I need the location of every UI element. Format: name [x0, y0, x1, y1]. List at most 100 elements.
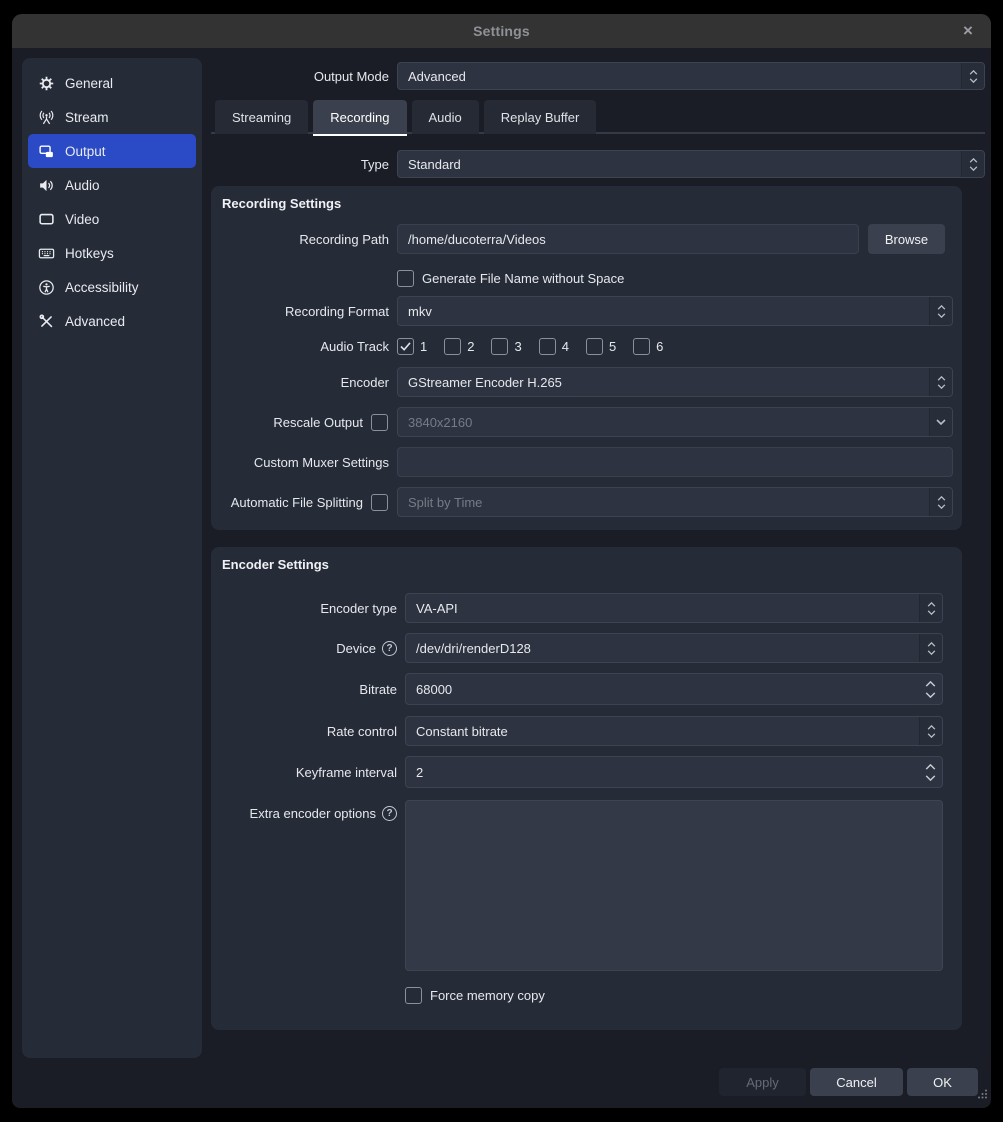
- device-label: Device: [336, 641, 376, 656]
- audio-track-1: 1: [397, 338, 427, 355]
- type-value: Standard: [398, 151, 961, 177]
- keyframe-interval-input[interactable]: [406, 757, 918, 787]
- custom-muxer-input[interactable]: [397, 447, 953, 477]
- sidebar-item-hotkeys[interactable]: Hotkeys: [28, 236, 196, 270]
- apply-button[interactable]: Apply: [719, 1068, 806, 1096]
- custom-muxer-row: Custom Muxer Settings: [222, 447, 953, 477]
- sidebar-item-label: Video: [65, 212, 99, 227]
- help-icon[interactable]: ?: [382, 806, 397, 821]
- rate-control-value: Constant bitrate: [406, 717, 919, 745]
- section-title: Recording Settings: [222, 196, 341, 211]
- force-memory-copy-row: Force memory copy: [222, 985, 953, 1005]
- audio-track-5-label[interactable]: 5: [609, 339, 616, 354]
- close-icon[interactable]: ×: [957, 20, 979, 42]
- type-select[interactable]: Standard: [397, 150, 985, 178]
- sidebar-item-advanced[interactable]: Advanced: [28, 304, 196, 338]
- keyframe-interval-spinner[interactable]: [405, 756, 943, 788]
- spinner-updown-icon[interactable]: [918, 757, 942, 787]
- audio-track-1-label[interactable]: 1: [420, 339, 427, 354]
- resize-grip[interactable]: [977, 1087, 988, 1105]
- rescale-resolution-combobox[interactable]: 3840x2160: [397, 407, 953, 437]
- chevron-down-icon: [929, 408, 952, 436]
- tab-audio[interactable]: Audio: [412, 100, 479, 134]
- audio-track-5: 5: [586, 338, 616, 355]
- keyframe-interval-row: Keyframe interval: [222, 756, 953, 788]
- extra-encoder-options-row: Extra encoder options ?: [222, 800, 953, 971]
- force-memory-copy-label[interactable]: Force memory copy: [430, 988, 545, 1003]
- ok-button[interactable]: OK: [907, 1068, 978, 1096]
- recording-path-input[interactable]: [397, 224, 859, 254]
- audio-track-3-checkbox[interactable]: [491, 338, 508, 355]
- monitor-icon: [36, 210, 56, 228]
- tab-label: Replay Buffer: [501, 110, 580, 125]
- audio-track-4-checkbox[interactable]: [539, 338, 556, 355]
- bitrate-input[interactable]: [406, 674, 918, 704]
- tab-recording[interactable]: Recording: [313, 100, 406, 134]
- audio-track-4-label[interactable]: 4: [562, 339, 569, 354]
- device-value: /dev/dri/renderD128: [406, 634, 919, 662]
- tab-replay-buffer[interactable]: Replay Buffer: [484, 100, 597, 134]
- generate-no-space-label[interactable]: Generate File Name without Space: [422, 271, 624, 286]
- sidebar-item-audio[interactable]: Audio: [28, 168, 196, 202]
- audio-track-4: 4: [539, 338, 569, 355]
- audio-track-2-checkbox[interactable]: [444, 338, 461, 355]
- settings-sidebar: General Stream Output Audio Video: [22, 58, 202, 1058]
- rate-control-label: Rate control: [222, 724, 397, 739]
- rate-control-select[interactable]: Constant bitrate: [405, 716, 943, 746]
- help-icon[interactable]: ?: [382, 641, 397, 656]
- device-select[interactable]: /dev/dri/renderD128: [405, 633, 943, 663]
- tools-icon: [36, 312, 56, 330]
- audio-track-6-label[interactable]: 6: [656, 339, 663, 354]
- chevron-updown-icon: [929, 297, 952, 325]
- encoder-select[interactable]: GStreamer Encoder H.265: [397, 367, 953, 397]
- force-memory-copy-checkbox[interactable]: [405, 987, 422, 1004]
- generate-no-space-checkbox[interactable]: [397, 270, 414, 287]
- chevron-updown-icon: [961, 151, 984, 177]
- sidebar-item-accessibility[interactable]: Accessibility: [28, 270, 196, 304]
- audio-track-label: Audio Track: [222, 339, 389, 354]
- audio-track-5-checkbox[interactable]: [586, 338, 603, 355]
- sidebar-item-label: Audio: [65, 178, 100, 193]
- chevron-updown-icon: [919, 634, 942, 662]
- audio-track-1-checkbox[interactable]: [397, 338, 414, 355]
- encoder-type-select[interactable]: VA-API: [405, 593, 943, 623]
- rescale-output-row: Rescale Output 3840x2160: [222, 407, 953, 437]
- sidebar-item-output[interactable]: Output: [28, 134, 196, 168]
- broadcast-icon: [36, 108, 56, 126]
- tab-streaming[interactable]: Streaming: [215, 100, 308, 134]
- audio-track-6: 6: [633, 338, 663, 355]
- bitrate-spinner[interactable]: [405, 673, 943, 705]
- output-mode-label: Output Mode: [211, 69, 389, 84]
- sidebar-item-label: Hotkeys: [65, 246, 114, 261]
- sidebar-item-general[interactable]: General: [28, 66, 196, 100]
- audio-track-2-label[interactable]: 2: [467, 339, 474, 354]
- tab-label: Recording: [330, 110, 389, 125]
- window-title: Settings: [473, 23, 530, 39]
- auto-split-select[interactable]: Split by Time: [397, 487, 953, 517]
- desktop: { "colors": { "accent": "#2b4ac5", "titl…: [0, 0, 1003, 1122]
- title-bar[interactable]: Settings ×: [12, 14, 991, 48]
- sidebar-item-label: Accessibility: [65, 280, 139, 295]
- output-mode-row: Output Mode Advanced: [211, 62, 985, 90]
- audio-track-3-label[interactable]: 3: [514, 339, 521, 354]
- recording-format-select[interactable]: mkv: [397, 296, 953, 326]
- cancel-button[interactable]: Cancel: [810, 1068, 903, 1096]
- extra-encoder-options-textarea[interactable]: [405, 800, 943, 971]
- recording-format-value: mkv: [398, 297, 929, 325]
- browse-button[interactable]: Browse: [868, 224, 945, 254]
- extra-encoder-options-label: Extra encoder options: [250, 806, 376, 821]
- encoder-type-label: Encoder type: [222, 601, 397, 616]
- chevron-updown-icon: [961, 63, 984, 89]
- settings-window: Settings × General Stream Output Au: [12, 14, 991, 1108]
- bitrate-row: Bitrate: [222, 673, 953, 705]
- sidebar-item-stream[interactable]: Stream: [28, 100, 196, 134]
- audio-track-6-checkbox[interactable]: [633, 338, 650, 355]
- sidebar-item-label: General: [65, 76, 113, 91]
- sidebar-item-video[interactable]: Video: [28, 202, 196, 236]
- spinner-updown-icon[interactable]: [918, 674, 942, 704]
- auto-split-checkbox[interactable]: [371, 494, 388, 511]
- output-mode-select[interactable]: Advanced: [397, 62, 985, 90]
- rescale-output-checkbox[interactable]: [371, 414, 388, 431]
- dialog-footer: Apply Cancel OK: [12, 1068, 978, 1096]
- output-tabs: Streaming Recording Audio Replay Buffer: [211, 100, 985, 134]
